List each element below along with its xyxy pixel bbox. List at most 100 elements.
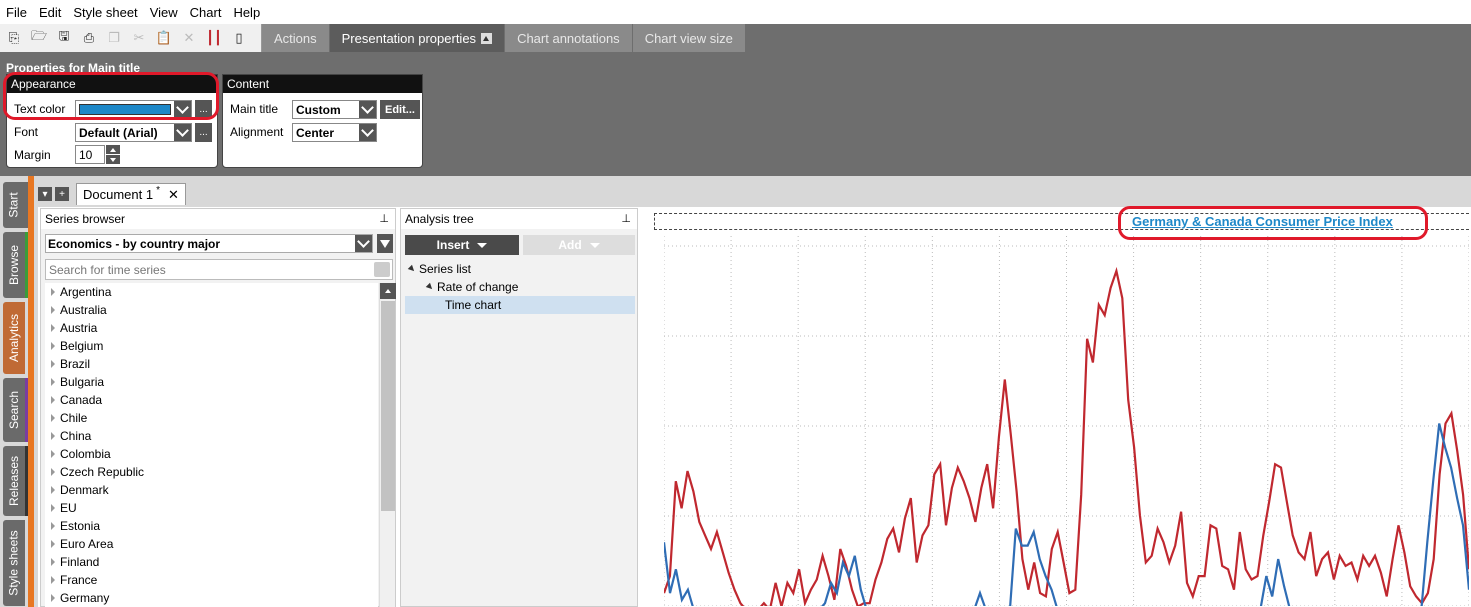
side-tab-browse[interactable]: Browse: [3, 232, 28, 298]
expand-arrow-icon[interactable]: [51, 450, 55, 458]
menu-file[interactable]: File: [6, 5, 27, 20]
menu-help[interactable]: Help: [233, 5, 260, 20]
expand-arrow-icon[interactable]: [51, 324, 55, 332]
chevron-down-icon[interactable]: [359, 124, 376, 141]
tree-node[interactable]: Time chart: [405, 296, 635, 314]
side-tab-start[interactable]: Start: [3, 182, 28, 228]
list-item[interactable]: China: [45, 427, 378, 445]
print-icon[interactable]: ⎙: [79, 28, 99, 48]
filter-icon[interactable]: [377, 234, 393, 253]
list-item[interactable]: Bulgaria: [45, 373, 378, 391]
chevron-down-icon[interactable]: [174, 124, 191, 141]
expand-arrow-icon[interactable]: [51, 306, 55, 314]
collapse-icon[interactable]: [481, 32, 493, 44]
list-item[interactable]: Austria: [45, 319, 378, 337]
font-select[interactable]: Default (Arial): [75, 123, 192, 142]
tab-presentation-properties[interactable]: Presentation properties: [329, 24, 506, 52]
side-tab-search[interactable]: Search: [3, 378, 28, 442]
expand-arrow-icon[interactable]: [51, 540, 55, 548]
list-item[interactable]: Germany: [45, 589, 378, 607]
page-icon[interactable]: ▯: [229, 28, 249, 48]
search-icon[interactable]: [374, 262, 390, 277]
tab-chart-view-size[interactable]: Chart view size: [632, 24, 746, 52]
expand-arrow-icon[interactable]: [51, 342, 55, 350]
menu-style-sheet[interactable]: Style sheet: [73, 5, 137, 20]
expand-arrow-icon[interactable]: [51, 558, 55, 566]
margin-input[interactable]: 10: [75, 145, 105, 164]
expand-arrow-icon[interactable]: [407, 264, 417, 274]
cut-icon[interactable]: ✂: [129, 28, 149, 48]
scroll-thumb[interactable]: [381, 301, 395, 511]
list-item[interactable]: Belgium: [45, 337, 378, 355]
side-tab-releases[interactable]: Releases: [3, 446, 28, 516]
expand-arrow-icon[interactable]: [51, 522, 55, 530]
margin-stepper[interactable]: [106, 145, 120, 164]
chevron-down-icon[interactable]: [359, 101, 376, 118]
open-icon[interactable]: 🗁: [29, 28, 49, 48]
expand-arrow-icon[interactable]: [51, 486, 55, 494]
add-document-icon[interactable]: +: [55, 187, 69, 201]
copy-icon[interactable]: ❐: [104, 28, 124, 48]
list-item[interactable]: Czech Republic: [45, 463, 378, 481]
list-item-label: Bulgaria: [60, 375, 105, 389]
expand-arrow-icon[interactable]: [425, 282, 435, 292]
side-tab-analytics[interactable]: Analytics: [3, 302, 25, 374]
collapse-all-icon[interactable]: ▾: [38, 187, 52, 201]
tab-chart-annotations[interactable]: Chart annotations: [505, 24, 633, 52]
delete-icon[interactable]: ✕: [179, 28, 199, 48]
tab-document-1[interactable]: Document 1 * ✕: [76, 183, 186, 205]
expand-arrow-icon[interactable]: [51, 468, 55, 476]
stepper-down-icon[interactable]: [106, 155, 120, 164]
menu-edit[interactable]: Edit: [39, 5, 61, 20]
expand-arrow-icon[interactable]: [51, 594, 55, 602]
tab-presentation-properties-label: Presentation properties: [341, 30, 477, 46]
series-browser: Series browser ⊥ Economics - by country …: [40, 208, 396, 607]
expand-arrow-icon[interactable]: [51, 360, 55, 368]
scroll-up-icon[interactable]: [380, 283, 396, 299]
expand-arrow-icon[interactable]: [51, 414, 55, 422]
chart-icon[interactable]: ┃┃: [204, 28, 224, 48]
expand-arrow-icon[interactable]: [51, 504, 55, 512]
expand-arrow-icon[interactable]: [51, 378, 55, 386]
tab-actions[interactable]: Actions: [262, 24, 330, 52]
list-item[interactable]: Finland: [45, 553, 378, 571]
side-tab-style-sheets[interactable]: Style sheets: [3, 520, 25, 606]
expand-arrow-icon[interactable]: [51, 576, 55, 584]
stepper-up-icon[interactable]: [106, 145, 120, 155]
pin-icon[interactable]: ⊥: [379, 212, 389, 225]
list-item[interactable]: Estonia: [45, 517, 378, 535]
list-item[interactable]: Australia: [45, 301, 378, 319]
series-line-red[interactable]: [664, 266, 1469, 606]
expand-arrow-icon[interactable]: [51, 432, 55, 440]
series-search-input[interactable]: Search for time series: [45, 259, 393, 280]
list-item[interactable]: Chile: [45, 409, 378, 427]
font-more-button[interactable]: ...: [195, 123, 212, 142]
main-title-select[interactable]: Custom: [292, 100, 377, 119]
database-select[interactable]: Economics - by country major: [45, 234, 373, 253]
alignment-select[interactable]: Center: [292, 123, 377, 142]
list-item[interactable]: France: [45, 571, 378, 589]
tree-node[interactable]: Rate of change: [405, 278, 635, 296]
tree-node[interactable]: Series list: [405, 260, 635, 278]
series-list-scrollbar[interactable]: [379, 283, 396, 607]
edit-title-button[interactable]: Edit...: [380, 100, 420, 119]
new-icon[interactable]: ⎘: [4, 28, 24, 48]
list-item[interactable]: Euro Area: [45, 535, 378, 553]
paste-icon[interactable]: 📋: [154, 28, 174, 48]
list-item[interactable]: Argentina: [45, 283, 378, 301]
insert-button[interactable]: Insert: [405, 235, 519, 255]
list-item[interactable]: EU: [45, 499, 378, 517]
list-item[interactable]: Brazil: [45, 355, 378, 373]
chevron-down-icon[interactable]: [355, 235, 372, 252]
close-icon[interactable]: ✕: [168, 187, 179, 203]
list-item[interactable]: Colombia: [45, 445, 378, 463]
expand-arrow-icon[interactable]: [51, 288, 55, 296]
pin-icon[interactable]: ⊥: [621, 212, 631, 225]
menu-chart[interactable]: Chart: [190, 5, 222, 20]
expand-arrow-icon[interactable]: [51, 396, 55, 404]
list-item[interactable]: Denmark: [45, 481, 378, 499]
menu-view[interactable]: View: [150, 5, 178, 20]
list-item[interactable]: Canada: [45, 391, 378, 409]
save-icon[interactable]: 🖫: [54, 28, 74, 48]
add-button[interactable]: Add: [523, 235, 635, 255]
